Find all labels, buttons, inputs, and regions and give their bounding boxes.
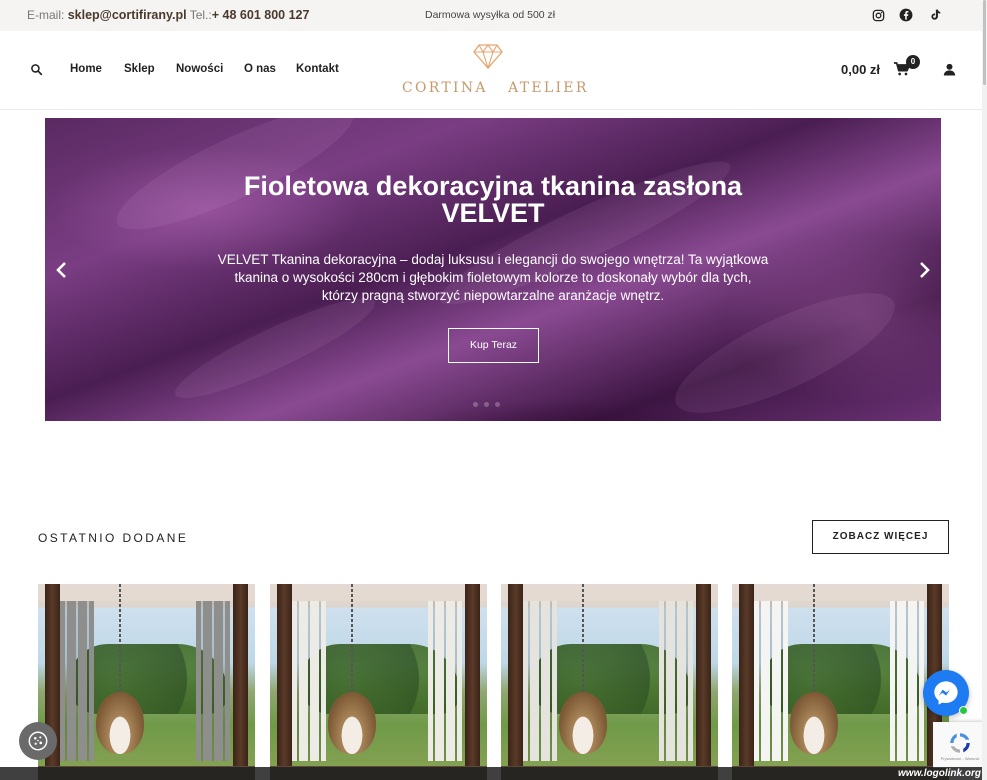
product-image-chain	[119, 584, 121, 694]
product-curtain	[60, 601, 94, 761]
page-scrollbar[interactable]	[982, 0, 987, 780]
product-image-chain	[813, 584, 815, 694]
facebook-icon[interactable]	[899, 8, 913, 22]
section-title: OSTATNIO DODANE	[38, 531, 189, 545]
nav-about[interactable]: O nas	[244, 63, 276, 75]
hero-description: VELVET Tkanina dekoracyjna – dodaj luksu…	[217, 252, 769, 303]
recaptcha-icon	[950, 732, 970, 753]
product-curtain	[890, 601, 924, 761]
scrollbar-thumb[interactable]	[983, 0, 986, 85]
product-card[interactable]	[732, 584, 949, 780]
shipping-notice: Darmowa wysyłka od 500 zł	[425, 9, 556, 21]
product-curtain	[523, 601, 557, 761]
product-image-post	[696, 584, 711, 780]
tiktok-icon[interactable]	[928, 8, 942, 22]
phone-link[interactable]: + 48 601 800 127	[212, 8, 310, 22]
email-link[interactable]: sklep@cortifirany.pl	[68, 8, 187, 22]
product-curtain	[659, 601, 693, 761]
email-label: E-mail:	[27, 8, 65, 22]
product-image-beam	[270, 584, 487, 601]
product-image-chain	[582, 584, 584, 694]
messenger-chat-button[interactable]	[923, 670, 969, 716]
product-image-post	[233, 584, 248, 780]
site-header: Home Sklep Nowości O nas Kontakt CORTINA…	[0, 31, 987, 110]
hero-slider: Fioletowa dekoracyjna tkanina zasłona VE…	[45, 118, 941, 421]
nav-contact[interactable]: Kontakt	[296, 63, 339, 75]
product-image-chain	[351, 584, 353, 694]
product-image-beam	[732, 584, 949, 601]
recaptcha-text[interactable]: Prywatność - Warunki	[941, 756, 980, 761]
product-image-chair	[96, 692, 144, 754]
product-image-chair	[790, 692, 838, 754]
hero-title: Fioletowa dekoracyjna tkanina zasłona VE…	[243, 171, 743, 228]
product-curtain	[292, 601, 326, 761]
product-image-post	[508, 584, 523, 780]
slider-dot[interactable]	[495, 402, 500, 407]
product-card[interactable]	[38, 584, 255, 780]
cookie-settings-button[interactable]	[19, 722, 57, 760]
diamond-icon	[473, 44, 503, 69]
contact-info: E-mail: sklep@cortifirany.pl Tel.:+ 48 6…	[27, 8, 309, 22]
slider-dot[interactable]	[484, 402, 489, 407]
top-bar: E-mail: sklep@cortifirany.pl Tel.:+ 48 6…	[0, 0, 987, 31]
product-image-chair	[559, 692, 607, 754]
slider-dots[interactable]	[473, 402, 500, 407]
product-card[interactable]	[501, 584, 718, 780]
product-curtain	[196, 601, 230, 761]
cookie-icon	[28, 731, 48, 751]
product-image-post	[465, 584, 480, 780]
product-image-beam	[38, 584, 255, 601]
product-image-chair	[328, 692, 376, 754]
recaptcha-badge[interactable]: Prywatność - Warunki	[933, 722, 987, 768]
product-image-post	[277, 584, 292, 780]
slider-prev-icon[interactable]	[55, 260, 71, 280]
product-card[interactable]	[270, 584, 487, 780]
phone-label: Tel.:	[189, 8, 212, 22]
logo-text: CORTINA ATELIER	[402, 80, 589, 96]
watermark: www.logolink.org	[898, 768, 981, 779]
instagram-icon[interactable]	[871, 8, 885, 22]
site-logo[interactable]: CORTINA ATELIER	[402, 43, 589, 99]
cart-total[interactable]: 0,00 zł	[841, 62, 880, 77]
online-indicator	[959, 706, 968, 715]
slider-dot[interactable]	[473, 402, 478, 407]
product-image-beam	[501, 584, 718, 601]
see-more-button[interactable]: ZOBACZ WIĘCEJ	[812, 520, 949, 554]
watermark-bar	[0, 767, 987, 780]
cart-count-badge: 0	[906, 55, 920, 69]
nav-shop[interactable]: Sklep	[124, 63, 155, 75]
user-icon[interactable]	[943, 63, 957, 77]
product-image-post	[739, 584, 754, 780]
product-curtain	[754, 601, 788, 761]
nav-home[interactable]: Home	[70, 63, 102, 75]
search-icon[interactable]	[30, 63, 44, 77]
messenger-icon	[934, 681, 958, 705]
product-curtain	[428, 601, 462, 761]
nav-new[interactable]: Nowości	[176, 63, 223, 75]
buy-now-button[interactable]: Kup Teraz	[448, 328, 539, 363]
slider-next-icon[interactable]	[917, 260, 933, 280]
